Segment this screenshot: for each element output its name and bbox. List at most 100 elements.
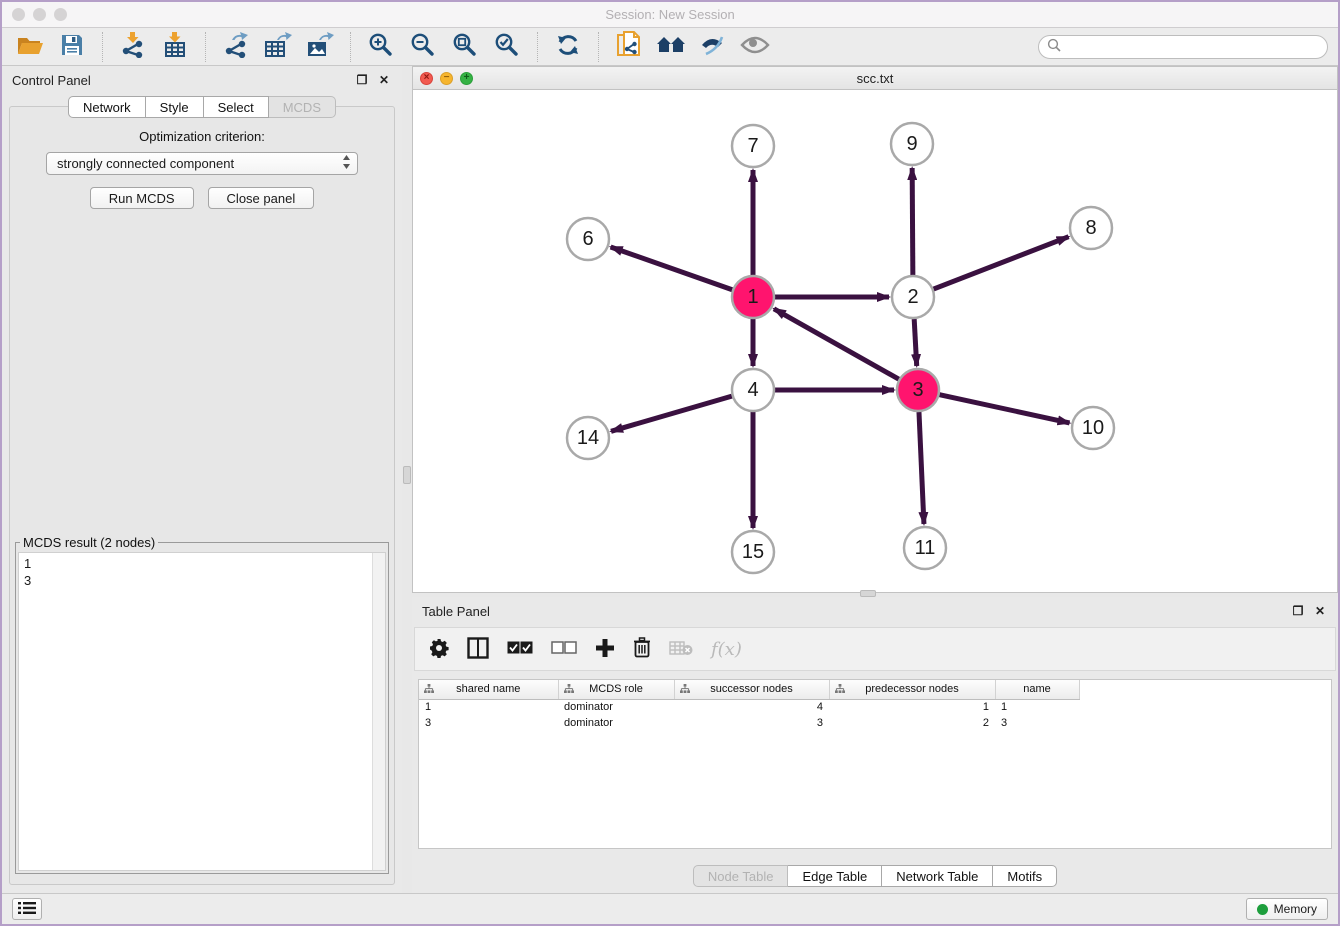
graph-node-4[interactable]: 4 [732, 369, 774, 411]
tab-style[interactable]: Style [146, 96, 204, 118]
divider-handle[interactable] [403, 466, 411, 484]
graph-edge-3-10[interactable] [939, 395, 1069, 423]
close-table-panel-button[interactable]: ✕ [1312, 603, 1328, 619]
column-header-name[interactable]: name [995, 680, 1079, 699]
task-history-button[interactable] [12, 898, 42, 920]
column-header-successor-nodes[interactable]: successor nodes [674, 680, 829, 699]
table-cell[interactable]: 1 [995, 699, 1079, 715]
function-builder-button[interactable]: f(x) [711, 634, 742, 664]
table-cell[interactable]: 3 [419, 715, 558, 731]
zoom-fit-button[interactable] [447, 31, 483, 63]
tab-motifs[interactable]: Motifs [993, 865, 1057, 887]
graph-node-6[interactable]: 6 [567, 218, 609, 260]
table-settings-button[interactable] [429, 634, 449, 664]
tab-mcds[interactable]: MCDS [269, 96, 336, 118]
graph-node-1[interactable]: 1 [732, 276, 774, 318]
network-window: × − + scc.txt 7968124314101511 [412, 66, 1338, 593]
clone-network-icon [616, 31, 642, 62]
graph-edge-2-9[interactable] [912, 168, 913, 275]
tab-network[interactable]: Network [68, 96, 146, 118]
divider-handle[interactable] [860, 590, 876, 597]
import-table-button[interactable] [157, 31, 193, 63]
column-header-shared-name[interactable]: shared name [419, 680, 558, 699]
table-cell[interactable]: dominator [558, 715, 674, 731]
table-cell[interactable]: 3 [995, 715, 1079, 731]
zoom-selected-button[interactable] [489, 31, 525, 63]
column-header-predecessor-nodes[interactable]: predecessor nodes [829, 680, 995, 699]
export-image-button[interactable] [302, 31, 338, 63]
close-panel-button[interactable]: Close panel [208, 187, 315, 209]
memory-button[interactable]: Memory [1246, 898, 1328, 920]
graph-edge-4-14[interactable] [611, 396, 732, 431]
zoom-in-button[interactable] [363, 31, 399, 63]
run-mcds-button[interactable]: Run MCDS [90, 187, 194, 209]
table-cell[interactable]: 3 [674, 715, 829, 731]
table-cell[interactable]: 4 [674, 699, 829, 715]
zoom-out-button[interactable] [405, 31, 441, 63]
graph-node-2[interactable]: 2 [892, 276, 934, 318]
save-session-button[interactable] [54, 31, 90, 63]
node-table: shared nameMCDS rolesuccessor nodesprede… [418, 679, 1332, 849]
network-close-button[interactable]: × [420, 72, 433, 85]
select-all-columns-button[interactable] [507, 634, 533, 664]
table-tabs: Node TableEdge TableNetwork TableMotifs [412, 865, 1338, 887]
close-panel-icon-button[interactable]: ✕ [376, 72, 392, 88]
graph-edge-2-8[interactable] [934, 237, 1069, 289]
graph-node-10[interactable]: 10 [1072, 407, 1114, 449]
show-graphics-details-button[interactable] [737, 31, 773, 63]
graph-node-9[interactable]: 9 [891, 123, 933, 165]
import-network-button[interactable] [115, 31, 151, 63]
network-minimize-button[interactable]: − [440, 72, 453, 85]
graph-node-7[interactable]: 7 [732, 125, 774, 167]
table-cell[interactable]: dominator [558, 699, 674, 715]
export-network-button[interactable] [218, 31, 254, 63]
create-column-button[interactable] [595, 634, 615, 664]
graph-node-3[interactable]: 3 [897, 369, 939, 411]
network-view[interactable]: 7 9 6 8 1 2 4 3 14 10 15 11 [412, 90, 1338, 593]
graph-node-15[interactable]: 15 [732, 531, 774, 573]
graph-node-8[interactable]: 8 [1070, 207, 1112, 249]
tab-edge-table[interactable]: Edge Table [788, 865, 882, 887]
unselect-all-columns-button[interactable] [551, 634, 577, 664]
tab-network-table[interactable]: Network Table [882, 865, 993, 887]
delete-columns-button[interactable] [633, 634, 651, 664]
network-maximize-button[interactable]: + [460, 72, 473, 85]
table-cell[interactable]: 1 [419, 699, 558, 715]
tab-select[interactable]: Select [204, 96, 269, 118]
mcds-result-scrollbar[interactable] [372, 553, 385, 870]
graph-edge-2-3[interactable] [914, 319, 917, 366]
panel-split-divider[interactable] [402, 66, 412, 893]
table-cell[interactable]: 2 [829, 715, 995, 731]
tab-node-table[interactable]: Node Table [693, 865, 789, 887]
refresh-icon [555, 32, 581, 61]
show-column-pane-button[interactable] [467, 634, 489, 664]
graph-edge-3-1[interactable] [774, 309, 899, 379]
search-box[interactable] [1038, 35, 1328, 59]
graph-node-14[interactable]: 14 [567, 417, 609, 459]
import-table-icon [162, 32, 188, 61]
zoom-out-icon [410, 32, 436, 61]
home-layout-button[interactable] [653, 31, 689, 63]
graph-node-11[interactable]: 11 [904, 527, 946, 569]
clone-network-button[interactable] [611, 31, 647, 63]
delete-table-button[interactable] [669, 634, 693, 664]
table-cell[interactable]: 1 [829, 699, 995, 715]
window-title: Session: New Session [2, 7, 1338, 22]
table-row[interactable]: 1dominator411 [419, 699, 1079, 715]
float-panel-button[interactable]: ❐ [354, 72, 370, 88]
open-session-button[interactable] [12, 31, 48, 63]
search-input[interactable] [1066, 40, 1319, 54]
graph-edge-1-6[interactable] [611, 247, 733, 290]
table-row[interactable]: 3dominator323 [419, 715, 1079, 731]
float-table-panel-button[interactable]: ❐ [1290, 603, 1306, 619]
hierarchy-icon [680, 684, 690, 697]
svg-text:1: 1 [747, 286, 758, 308]
column-header-MCDS-role[interactable]: MCDS role [558, 680, 674, 699]
graph-edge-3-11[interactable] [919, 412, 924, 524]
svg-text:9: 9 [906, 133, 917, 155]
memory-status-icon [1257, 904, 1268, 915]
toggle-graphics-details-button[interactable] [695, 31, 731, 63]
optimization-criterion-select[interactable]: strongly connected component [46, 152, 358, 175]
apply-layout-button[interactable] [550, 31, 586, 63]
export-table-button[interactable] [260, 31, 296, 63]
